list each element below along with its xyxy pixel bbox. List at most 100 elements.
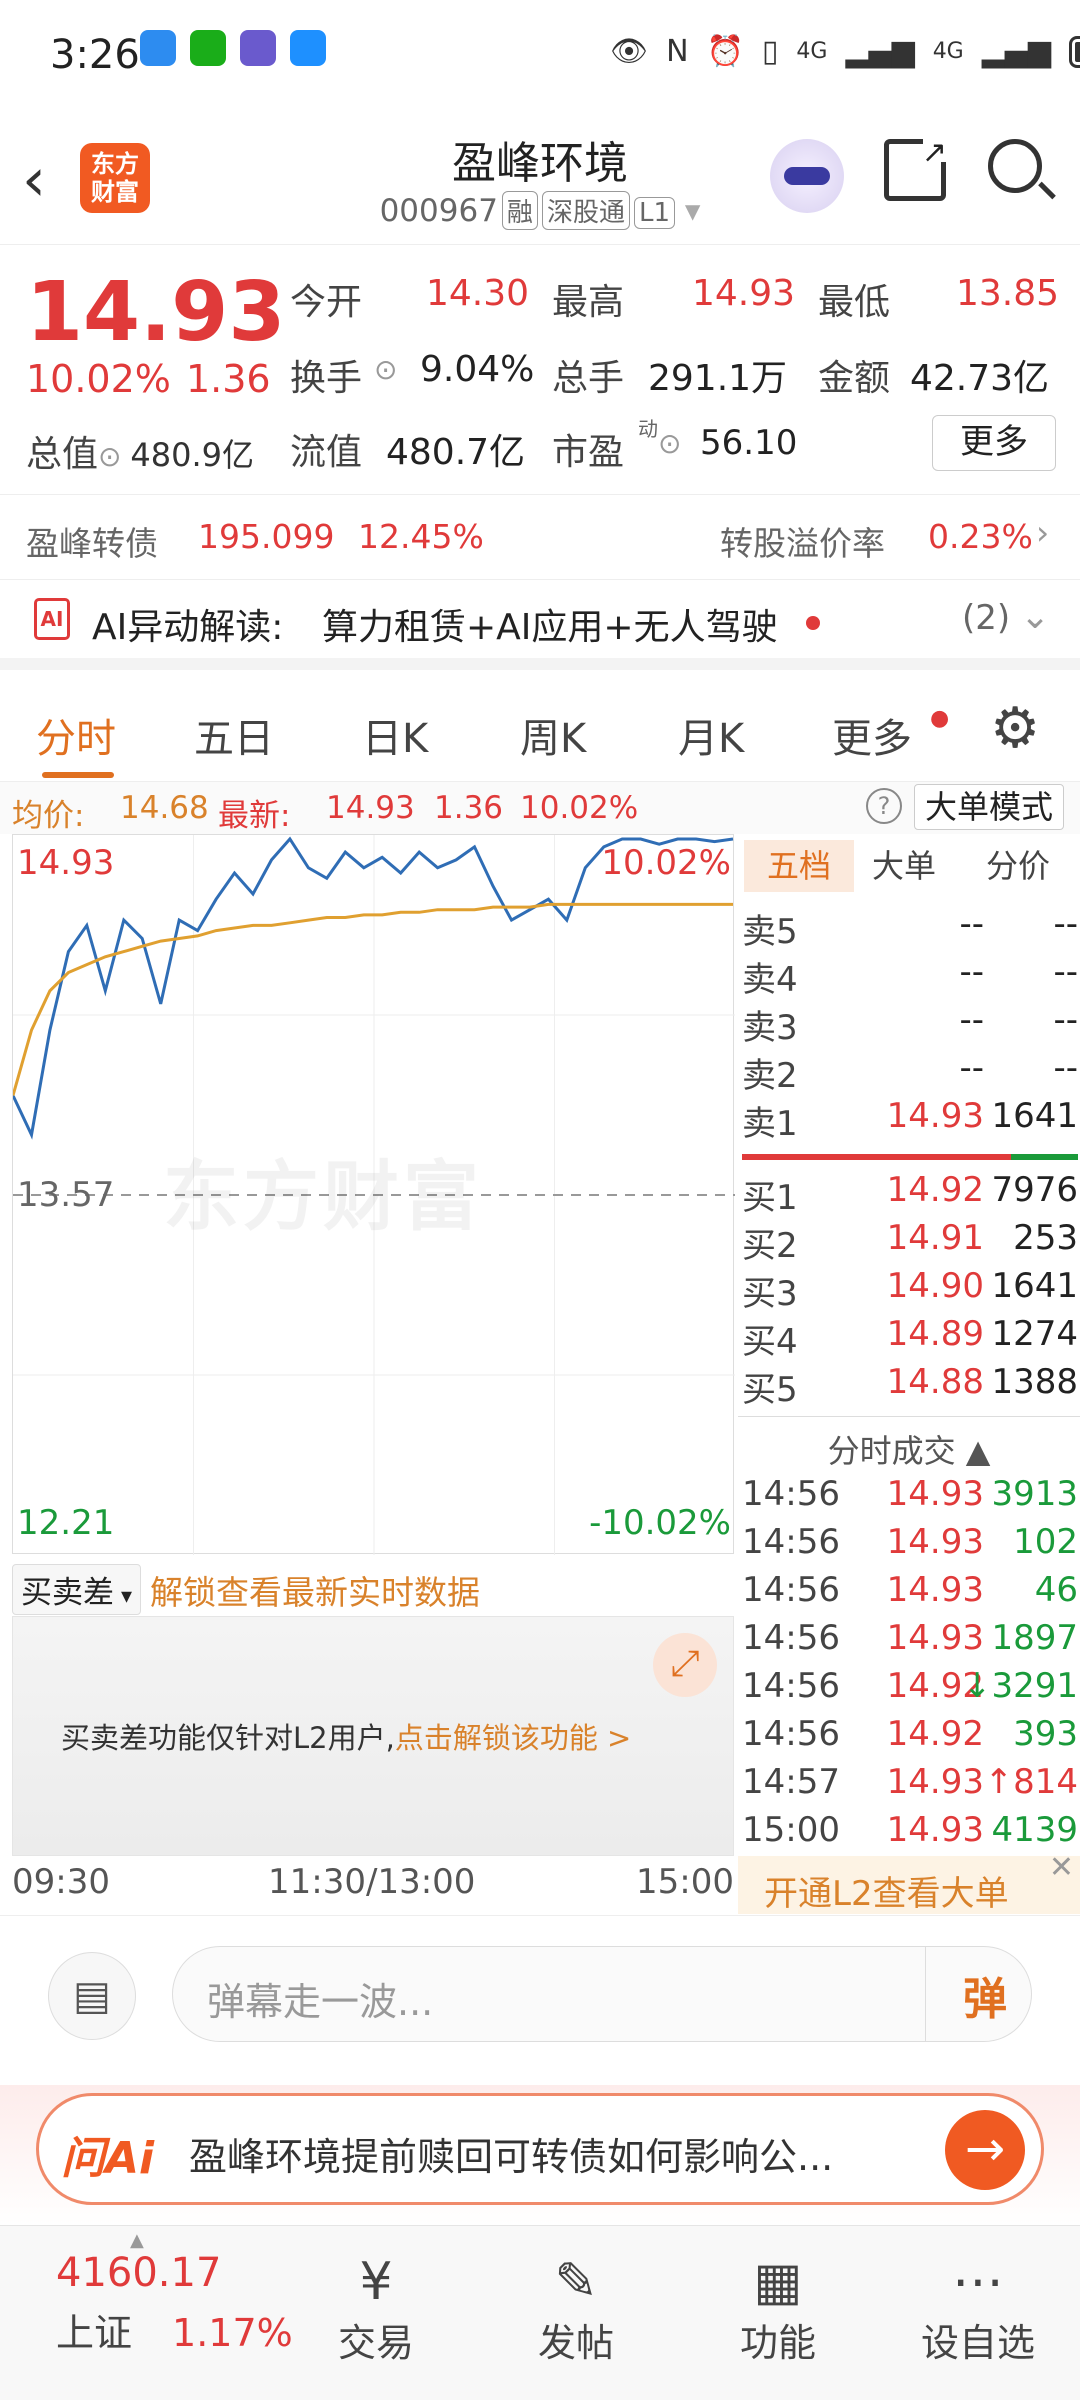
- danmu-input[interactable]: 弹幕走一波... 弹: [172, 1946, 1032, 2042]
- bid-level-row: 买1 14.92 7976: [738, 1170, 1080, 1218]
- unread-dot: [806, 616, 820, 630]
- mcap-label: 总值: [26, 434, 99, 475]
- row-label: 买5: [742, 1370, 798, 1410]
- watermark: 东方财富: [163, 1152, 483, 1241]
- big-order-mode-button[interactable]: 大单模式: [914, 784, 1065, 830]
- help-icon[interactable]: ?: [866, 788, 902, 824]
- signal-icon: ▂▄▆: [981, 34, 1051, 69]
- convertible-bond-row[interactable]: 盈峰转债 195.099 12.45% 转股溢价率 0.23% ›: [0, 495, 1080, 580]
- tab-daily-k[interactable]: 日K: [362, 706, 428, 764]
- low-value: 13.85: [956, 273, 1060, 314]
- indicator-dropdown[interactable]: 买卖差 ▾: [12, 1564, 142, 1615]
- unlock-realtime-link[interactable]: 解锁查看最新实时数据: [150, 1566, 480, 1614]
- more-button[interactable]: 更多: [932, 415, 1056, 471]
- ai-label: AI异动解读:: [92, 607, 284, 648]
- share-icon[interactable]: ↗: [884, 136, 949, 201]
- pe-sup: 动: [638, 417, 658, 441]
- signal-icon: ▂▄▆: [845, 34, 915, 69]
- network-4g-label: 4G: [796, 39, 828, 64]
- trade-yen-icon: ¥: [359, 2252, 393, 2312]
- row-price: 14.93: [886, 1762, 984, 1802]
- battery-icon: [1068, 35, 1080, 68]
- tab-more[interactable]: 更多: [832, 706, 912, 764]
- ai-document-icon: AI: [34, 598, 70, 640]
- tab-weekly-k[interactable]: 周K: [520, 706, 586, 764]
- turnover-label: 换手: [290, 358, 363, 399]
- row-volume: 1641: [991, 1266, 1078, 1306]
- trade-row: 14:56 14.92 ↓3291: [738, 1666, 1080, 1714]
- row-label: 买4: [742, 1322, 798, 1362]
- tab-price-dist[interactable]: 分价: [986, 840, 1050, 892]
- wechat-icon: [190, 30, 226, 66]
- l2-upsell-banner[interactable]: 开通L2查看大单 ✕: [738, 1850, 1080, 1914]
- time-label-noon: 11:30/13:00: [268, 1862, 476, 1902]
- nav-add-watchlist[interactable]: ⋯ 设自选: [908, 2252, 1048, 2367]
- row-label: 卖1: [742, 1104, 798, 1144]
- intraday-chart[interactable]: 东方财富 14.93 10.02% 13.57 12.21 -10.02%: [12, 834, 735, 1555]
- grid-icon: ▦: [753, 2252, 803, 2312]
- danmu-send-button[interactable]: 弹: [963, 1963, 1007, 2027]
- ask-level-row: 卖5 -- --: [738, 904, 1080, 952]
- ask-level-row: 卖1 14.93 1641: [738, 1096, 1080, 1144]
- info-icon[interactable]: ⊙: [374, 353, 397, 386]
- intraday-info-bar: 均价: 14.68 最新: 14.93 1.36 10.02% ? 大单模式: [0, 782, 1080, 834]
- tab-monthly-k[interactable]: 月K: [678, 706, 744, 764]
- message-icon: [290, 30, 326, 66]
- index-value: 4160.17: [56, 2250, 222, 2296]
- row-volume: --: [1053, 952, 1078, 992]
- ai-count: (2): [962, 598, 1011, 638]
- row-volume: --: [1053, 1048, 1078, 1088]
- index-name: 上证: [56, 2311, 133, 2355]
- row-volume: 253: [1013, 1218, 1078, 1258]
- ai-topics: 算力租赁+AI应用+无人驾驶: [322, 607, 778, 648]
- danmu-settings-icon[interactable]: ▤: [48, 1952, 136, 2040]
- nav-post[interactable]: ✎ 发帖: [506, 2252, 646, 2367]
- chevron-down-icon: ▾: [674, 193, 701, 229]
- close-icon[interactable]: ✕: [1049, 1850, 1074, 1885]
- row-volume: 4139: [991, 1810, 1078, 1850]
- change-percent: 10.02%: [26, 357, 171, 401]
- tab-big-order[interactable]: 大单: [872, 840, 936, 892]
- ai-insight-row[interactable]: AI AI异动解读: 算力租赁+AI应用+无人驾驶 (2) ⌄: [0, 580, 1080, 670]
- open-value: 14.30: [426, 273, 530, 314]
- search-icon[interactable]: [988, 139, 1056, 200]
- row-price: 14.91: [886, 1218, 984, 1258]
- row-label: 卖4: [742, 960, 798, 1000]
- stock-code: 000967: [379, 193, 498, 229]
- ask-ai-input[interactable]: 问Ai 盈峰环境提前赎回可转债如何影响公... →: [36, 2093, 1044, 2205]
- arrow-right-icon[interactable]: →: [945, 2110, 1025, 2190]
- trades-header[interactable]: 分时成交 ▲: [738, 1426, 1080, 1472]
- row-price: --: [959, 904, 984, 944]
- axis-top-percent: 10.02%: [601, 843, 731, 883]
- amount-value: 42.73亿: [910, 358, 1050, 399]
- robot-assistant-icon[interactable]: [770, 139, 844, 213]
- ask-ai-question: 盈峰环境提前赎回可转债如何影响公...: [189, 2135, 834, 2179]
- row-volume: 3913: [991, 1474, 1078, 1514]
- time-label-close: 15:00: [636, 1862, 734, 1902]
- row-label: 14:56: [742, 1618, 840, 1658]
- row-price: 14.92: [886, 1714, 984, 1754]
- info-icon[interactable]: ⊙: [658, 427, 681, 460]
- settings-gear-icon[interactable]: ⚙: [990, 696, 1040, 761]
- tab-intraday[interactable]: 分时: [36, 706, 116, 764]
- change-amount: 1.36: [186, 357, 271, 401]
- sort-up-icon: ▲: [955, 1432, 991, 1470]
- info-icon[interactable]: ⊙: [98, 440, 130, 473]
- row-volume: 393: [1013, 1714, 1078, 1754]
- index-widget[interactable]: 4160.17 上证 1.17%: [56, 2250, 293, 2357]
- row-price: 14.89: [886, 1314, 984, 1354]
- row-price: 14.93: [886, 1522, 984, 1562]
- row-label: 15:00: [742, 1810, 840, 1850]
- latest-label: 最新:: [218, 798, 291, 834]
- bid-level-row: 买5 14.88 1388: [738, 1362, 1080, 1410]
- tab-five-level[interactable]: 五档: [744, 840, 854, 892]
- tab-five-day[interactable]: 五日: [194, 706, 274, 764]
- nav-functions[interactable]: ▦ 功能: [708, 2252, 848, 2367]
- row-price: 14.93: [886, 1810, 984, 1850]
- trade-row: 14:56 14.92 393: [738, 1714, 1080, 1762]
- notification-icons: [140, 30, 326, 66]
- nav-trade[interactable]: ¥ 交易: [306, 2252, 446, 2367]
- expand-icon[interactable]: ⤢: [653, 1633, 717, 1697]
- unlock-feature-link[interactable]: 点击解锁该功能 >: [395, 1721, 632, 1755]
- ask-level-row: 卖2 -- --: [738, 1048, 1080, 1096]
